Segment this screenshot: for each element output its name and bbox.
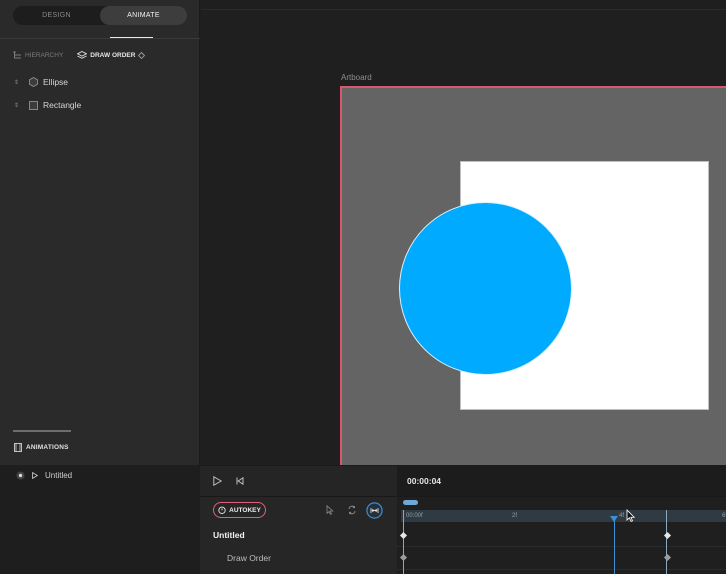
left-panel: DESIGN ANIMATE HIERARCHY DRAW ORDER ⇕ El… [0,0,200,480]
tab-hierarchy[interactable]: HIERARCHY [12,51,63,60]
play-icon[interactable] [213,476,222,486]
time-display-bar [397,465,726,496]
playhead-line[interactable] [614,520,615,574]
panel-divider [0,38,200,39]
layer-row-rectangle[interactable]: ⇕ Rectangle [14,98,81,112]
select-cursor-icon[interactable] [326,505,334,515]
layer-name: Rectangle [43,100,82,110]
stage-top-divider [201,9,726,10]
ruler-label: 4f [619,513,625,519]
timeline-row-animation[interactable]: Untitled [213,530,245,540]
animations-icon [14,442,22,452]
current-time: 00:00:04 [407,476,442,486]
timeline-ruler[interactable] [401,510,726,522]
timeline-keyframe-area[interactable] [397,496,726,574]
layer-name: Ellipse [43,77,69,87]
transport-controls [200,465,397,496]
mouse-cursor-icon [626,509,635,522]
loop-icon[interactable] [347,505,357,515]
end-marker[interactable] [666,510,667,574]
diamond-icon [138,51,146,59]
tab-draw-order-label: DRAW ORDER [90,51,136,59]
row-separator [397,569,726,570]
layers-icon [77,50,88,59]
skip-to-start-icon[interactable] [236,477,244,485]
playhead-handle[interactable] [610,516,618,522]
row-separator [397,546,726,547]
tab-design[interactable]: DESIGN [13,6,100,25]
ellipse-shape[interactable] [399,202,572,375]
play-outline-icon [32,471,38,479]
tree-tabs: HIERARCHY DRAW ORDER [12,49,159,61]
animation-name: Untitled [45,470,73,480]
timeline-row-draw-order[interactable]: Draw Order [227,553,271,563]
tab-hierarchy-label: HIERARCHY [25,51,64,59]
rectangle-shape-icon [29,100,38,110]
mode-switch: DESIGN ANIMATE [13,6,187,25]
artboard-label: Artboard [341,73,372,82]
animations-header: ANIMATIONS [14,442,69,452]
ruler-label: 00:00f [406,513,423,519]
autokey-button[interactable]: AUTOKEY [213,502,266,518]
animations-header-label: ANIMATIONS [26,443,69,451]
stopwatch-icon [218,506,226,514]
active-radio-icon[interactable] [16,471,25,480]
drag-handle-icon[interactable]: ⇕ [14,79,24,86]
autokey-label: AUTOKEY [229,506,261,514]
work-area-handle[interactable] [403,500,418,505]
animation-item[interactable]: Untitled [16,470,72,480]
ellipse-shape-icon [29,77,38,87]
tab-draw-order[interactable]: DRAW ORDER [77,50,146,60]
start-marker [403,510,404,574]
tab-animate[interactable]: ANIMATE [100,6,187,25]
ruler-label: 2f [512,513,518,519]
snap-icon[interactable] [366,502,383,519]
drag-handle-icon[interactable]: ⇕ [14,102,24,109]
layer-row-ellipse[interactable]: ⇕ Ellipse [14,75,68,89]
hierarchy-icon [13,51,21,58]
animations-divider [13,430,71,432]
ruler-label: 6f [722,513,726,519]
